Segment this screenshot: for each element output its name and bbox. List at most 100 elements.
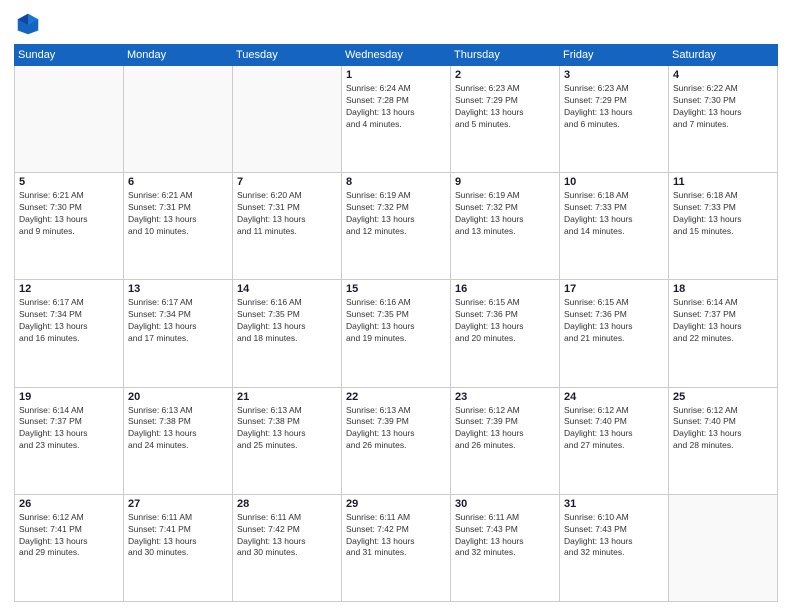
day-number: 16 (455, 283, 555, 295)
cell-info: Sunrise: 6:13 AM Sunset: 7:38 PM Dayligh… (128, 405, 228, 453)
calendar-cell: 16 Sunrise: 6:15 AM Sunset: 7:36 PM Dayli… (451, 280, 560, 387)
cell-info: Sunrise: 6:12 AM Sunset: 7:40 PM Dayligh… (564, 405, 664, 453)
calendar-cell: 6 Sunrise: 6:21 AM Sunset: 7:31 PM Daylig… (124, 173, 233, 280)
week-row-4: 26 Sunrise: 6:12 AM Sunset: 7:41 PM Dayli… (15, 494, 778, 601)
cell-info: Sunrise: 6:12 AM Sunset: 7:39 PM Dayligh… (455, 405, 555, 453)
cell-info: Sunrise: 6:12 AM Sunset: 7:40 PM Dayligh… (673, 405, 773, 453)
calendar-cell: 28 Sunrise: 6:11 AM Sunset: 7:42 PM Dayli… (233, 494, 342, 601)
day-number: 25 (673, 391, 773, 403)
day-number: 14 (237, 283, 337, 295)
day-number: 12 (19, 283, 119, 295)
cell-info: Sunrise: 6:15 AM Sunset: 7:36 PM Dayligh… (455, 297, 555, 345)
calendar-table: SundayMondayTuesdayWednesdayThursdayFrid… (14, 44, 778, 602)
calendar-cell: 13Sunrise: 6:17 AM Sunset: 7:34 PM Dayli… (124, 280, 233, 387)
weekday-header-tuesday: Tuesday (233, 45, 342, 66)
day-number: 30 (455, 498, 555, 510)
day-number: 10 (564, 176, 664, 188)
calendar-cell: 23 Sunrise: 6:12 AM Sunset: 7:39 PM Dayli… (451, 387, 560, 494)
day-number: 21 (237, 391, 337, 403)
calendar-cell: 27 Sunrise: 6:11 AM Sunset: 7:41 PM Dayli… (124, 494, 233, 601)
calendar-cell: 8Sunrise: 6:19 AM Sunset: 7:32 PM Daylig… (342, 173, 451, 280)
cell-info: Sunrise: 6:19 AM Sunset: 7:32 PM Dayligh… (455, 190, 555, 238)
calendar-cell: 19Sunrise: 6:14 AM Sunset: 7:37 PM Dayli… (15, 387, 124, 494)
cell-info: Sunrise: 6:24 AM Sunset: 7:28 PM Dayligh… (346, 83, 446, 131)
calendar-cell: 9 Sunrise: 6:19 AM Sunset: 7:32 PM Daylig… (451, 173, 560, 280)
header (14, 10, 778, 38)
calendar-cell: 4 Sunrise: 6:22 AM Sunset: 7:30 PM Daylig… (669, 66, 778, 173)
cell-info: Sunrise: 6:23 AM Sunset: 7:29 PM Dayligh… (564, 83, 664, 131)
calendar-cell: 11Sunrise: 6:18 AM Sunset: 7:33 PM Dayli… (669, 173, 778, 280)
logo (14, 10, 46, 38)
weekday-header-thursday: Thursday (451, 45, 560, 66)
weekday-header-saturday: Saturday (669, 45, 778, 66)
day-number: 24 (564, 391, 664, 403)
cell-info: Sunrise: 6:21 AM Sunset: 7:30 PM Dayligh… (19, 190, 119, 238)
weekday-header-sunday: Sunday (15, 45, 124, 66)
day-number: 19 (19, 391, 119, 403)
cell-info: Sunrise: 6:17 AM Sunset: 7:34 PM Dayligh… (19, 297, 119, 345)
calendar-cell: 26 Sunrise: 6:12 AM Sunset: 7:41 PM Dayli… (15, 494, 124, 601)
calendar-cell: 30 Sunrise: 6:11 AM Sunset: 7:43 PM Dayli… (451, 494, 560, 601)
logo-icon (14, 10, 42, 38)
calendar-cell: 15 Sunrise: 6:16 AM Sunset: 7:35 PM Dayli… (342, 280, 451, 387)
calendar-cell: 14Sunrise: 6:16 AM Sunset: 7:35 PM Dayli… (233, 280, 342, 387)
calendar-cell: 20Sunrise: 6:13 AM Sunset: 7:38 PM Dayli… (124, 387, 233, 494)
cell-info: Sunrise: 6:15 AM Sunset: 7:36 PM Dayligh… (564, 297, 664, 345)
cell-info: Sunrise: 6:11 AM Sunset: 7:42 PM Dayligh… (237, 512, 337, 560)
page: SundayMondayTuesdayWednesdayThursdayFrid… (0, 0, 792, 612)
week-row-3: 19Sunrise: 6:14 AM Sunset: 7:37 PM Dayli… (15, 387, 778, 494)
calendar-cell: 3 Sunrise: 6:23 AM Sunset: 7:29 PM Daylig… (560, 66, 669, 173)
calendar-cell (15, 66, 124, 173)
day-number: 6 (128, 176, 228, 188)
day-number: 26 (19, 498, 119, 510)
calendar-cell: 17 Sunrise: 6:15 AM Sunset: 7:36 PM Dayli… (560, 280, 669, 387)
cell-info: Sunrise: 6:21 AM Sunset: 7:31 PM Dayligh… (128, 190, 228, 238)
cell-info: Sunrise: 6:19 AM Sunset: 7:32 PM Dayligh… (346, 190, 446, 238)
day-number: 15 (346, 283, 446, 295)
cell-info: Sunrise: 6:11 AM Sunset: 7:43 PM Dayligh… (455, 512, 555, 560)
day-number: 28 (237, 498, 337, 510)
cell-info: Sunrise: 6:17 AM Sunset: 7:34 PM Dayligh… (128, 297, 228, 345)
cell-info: Sunrise: 6:20 AM Sunset: 7:31 PM Dayligh… (237, 190, 337, 238)
day-number: 3 (564, 69, 664, 81)
cell-info: Sunrise: 6:18 AM Sunset: 7:33 PM Dayligh… (673, 190, 773, 238)
week-row-2: 12 Sunrise: 6:17 AM Sunset: 7:34 PM Dayli… (15, 280, 778, 387)
calendar-cell: 22 Sunrise: 6:13 AM Sunset: 7:39 PM Dayli… (342, 387, 451, 494)
day-number: 1 (346, 69, 446, 81)
cell-info: Sunrise: 6:13 AM Sunset: 7:38 PM Dayligh… (237, 405, 337, 453)
calendar-cell: 2 Sunrise: 6:23 AM Sunset: 7:29 PM Daylig… (451, 66, 560, 173)
calendar-cell: 5 Sunrise: 6:21 AM Sunset: 7:30 PM Daylig… (15, 173, 124, 280)
day-number: 18 (673, 283, 773, 295)
cell-info: Sunrise: 6:10 AM Sunset: 7:43 PM Dayligh… (564, 512, 664, 560)
day-number: 2 (455, 69, 555, 81)
calendar-cell: 25 Sunrise: 6:12 AM Sunset: 7:40 PM Dayli… (669, 387, 778, 494)
calendar-cell: 7 Sunrise: 6:20 AM Sunset: 7:31 PM Daylig… (233, 173, 342, 280)
weekday-header-friday: Friday (560, 45, 669, 66)
day-number: 5 (19, 176, 119, 188)
week-row-0: 1 Sunrise: 6:24 AM Sunset: 7:28 PM Daylig… (15, 66, 778, 173)
cell-info: Sunrise: 6:16 AM Sunset: 7:35 PM Dayligh… (346, 297, 446, 345)
cell-info: Sunrise: 6:13 AM Sunset: 7:39 PM Dayligh… (346, 405, 446, 453)
weekday-header-row: SundayMondayTuesdayWednesdayThursdayFrid… (15, 45, 778, 66)
calendar-cell (669, 494, 778, 601)
calendar-cell: 1 Sunrise: 6:24 AM Sunset: 7:28 PM Daylig… (342, 66, 451, 173)
day-number: 9 (455, 176, 555, 188)
cell-info: Sunrise: 6:11 AM Sunset: 7:41 PM Dayligh… (128, 512, 228, 560)
cell-info: Sunrise: 6:22 AM Sunset: 7:30 PM Dayligh… (673, 83, 773, 131)
cell-info: Sunrise: 6:11 AM Sunset: 7:42 PM Dayligh… (346, 512, 446, 560)
cell-info: Sunrise: 6:14 AM Sunset: 7:37 PM Dayligh… (673, 297, 773, 345)
day-number: 23 (455, 391, 555, 403)
cell-info: Sunrise: 6:12 AM Sunset: 7:41 PM Dayligh… (19, 512, 119, 560)
calendar-cell: 18 Sunrise: 6:14 AM Sunset: 7:37 PM Dayli… (669, 280, 778, 387)
week-row-1: 5 Sunrise: 6:21 AM Sunset: 7:30 PM Daylig… (15, 173, 778, 280)
day-number: 7 (237, 176, 337, 188)
calendar-cell (124, 66, 233, 173)
weekday-header-monday: Monday (124, 45, 233, 66)
calendar-cell: 31Sunrise: 6:10 AM Sunset: 7:43 PM Dayli… (560, 494, 669, 601)
cell-info: Sunrise: 6:23 AM Sunset: 7:29 PM Dayligh… (455, 83, 555, 131)
day-number: 27 (128, 498, 228, 510)
day-number: 17 (564, 283, 664, 295)
day-number: 22 (346, 391, 446, 403)
calendar-cell: 24 Sunrise: 6:12 AM Sunset: 7:40 PM Dayli… (560, 387, 669, 494)
day-number: 4 (673, 69, 773, 81)
